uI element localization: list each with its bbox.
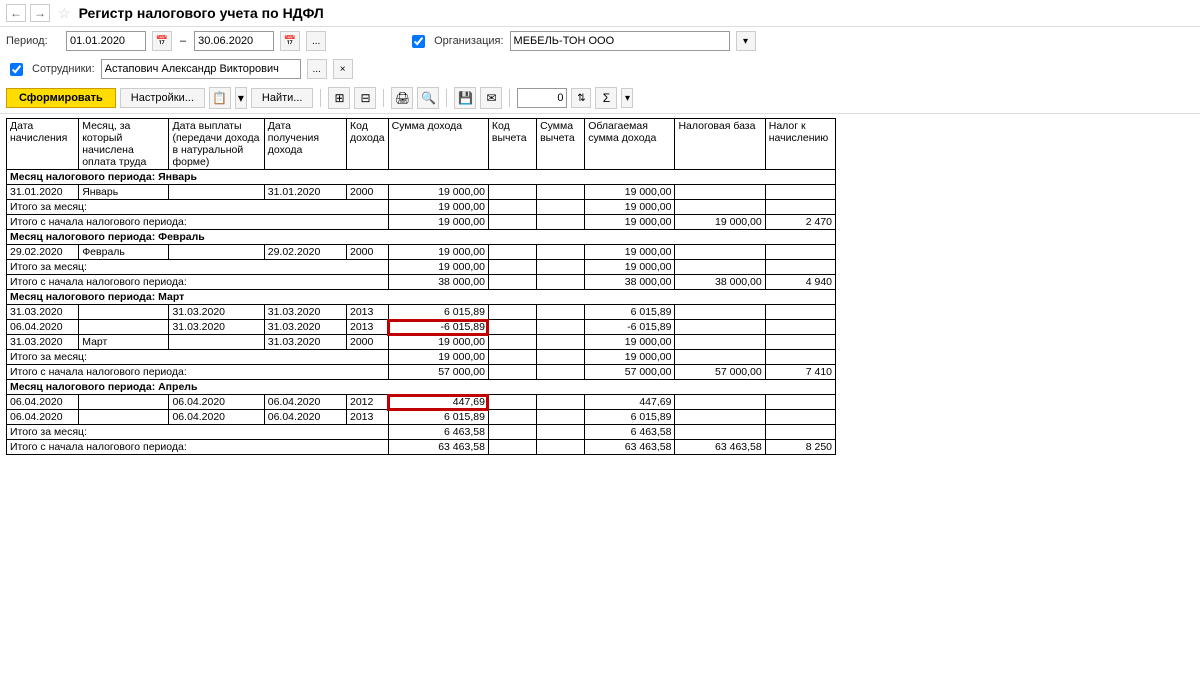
period-total-row: Итого с начала налогового периода:57 000… <box>7 365 836 380</box>
org-checkbox[interactable] <box>412 35 425 48</box>
save-icon[interactable]: 💾 <box>454 87 476 109</box>
preview-icon[interactable]: 🔍 <box>417 87 439 109</box>
col-income-code: Код дохода <box>346 119 388 170</box>
form-button[interactable]: Сформировать <box>6 88 116 108</box>
org-dropdown-icon[interactable]: ▾ <box>736 31 756 51</box>
nav-back-button[interactable]: ← <box>6 4 26 22</box>
settings-button[interactable]: Настройки... <box>120 88 205 108</box>
period-select-button[interactable]: ... <box>306 31 326 51</box>
email-icon[interactable]: ✉ <box>480 87 502 109</box>
date-to-input[interactable] <box>194 31 274 51</box>
col-pay-date: Дата выплаты (передачи дохода в натураль… <box>169 119 264 170</box>
col-deduction-sum: Сумма вычета <box>537 119 585 170</box>
dash: – <box>180 35 186 47</box>
month-total-row: Итого за месяц:19 000,0019 000,00 <box>7 350 836 365</box>
data-row: 29.02.2020Февраль29.02.2020200019 000,00… <box>7 245 836 260</box>
page-title: Регистр налогового учета по НДФЛ <box>79 5 324 21</box>
data-row: 06.04.202006.04.202006.04.20202012447,69… <box>7 395 836 410</box>
sum-icon[interactable]: Σ <box>595 87 617 109</box>
org-label: Организация: <box>434 35 503 47</box>
month-total-row: Итого за месяц:19 000,0019 000,00 <box>7 200 836 215</box>
collapse-icon[interactable]: ⊟ <box>354 87 376 109</box>
month-header-row: Месяц налогового периода: Апрель <box>7 380 836 395</box>
org-field[interactable] <box>510 31 730 51</box>
expand-icon[interactable]: ⊞ <box>328 87 350 109</box>
sum-dropdown-icon[interactable]: ▾ <box>621 88 633 108</box>
nav-forward-button[interactable]: → <box>30 4 50 22</box>
count-input[interactable] <box>517 88 567 108</box>
emp-label: Сотрудники: <box>32 63 95 75</box>
col-income-sum: Сумма дохода <box>388 119 488 170</box>
emp-select-button[interactable]: ... <box>307 59 327 79</box>
month-total-row: Итого за месяц:6 463,586 463,58 <box>7 425 836 440</box>
date-from-input[interactable] <box>66 31 146 51</box>
col-deduction-code: Код вычета <box>488 119 536 170</box>
col-tax-base: Налоговая база <box>675 119 765 170</box>
separator <box>509 89 510 107</box>
separator <box>320 89 321 107</box>
col-receive-date: Дата получения дохода <box>264 119 346 170</box>
col-month: Месяц, за который начислена оплата труда <box>79 119 169 170</box>
month-header-row: Месяц налогового периода: Январь <box>7 170 836 185</box>
period-total-row: Итого с начала налогового периода:63 463… <box>7 440 836 455</box>
period-total-row: Итого с начала налогового периода:19 000… <box>7 215 836 230</box>
emp-field[interactable] <box>101 59 301 79</box>
data-row: 31.03.202031.03.202031.03.202020136 015,… <box>7 305 836 320</box>
separator <box>383 89 384 107</box>
calendar-to-icon[interactable]: 📅 <box>280 31 300 51</box>
count-stepper[interactable]: ⇅ <box>571 88 591 108</box>
col-tax-amount: Налог к начислению <box>765 119 835 170</box>
month-total-row: Итого за месяц:19 000,0019 000,00 <box>7 260 836 275</box>
variants-icon[interactable]: 📋 <box>209 87 231 109</box>
period-total-row: Итого с начала налогового периода:38 000… <box>7 275 836 290</box>
data-row: 31.03.2020Март31.03.2020200019 000,0019 … <box>7 335 836 350</box>
data-row: 31.01.2020Январь31.01.2020200019 000,001… <box>7 185 836 200</box>
col-accrual-date: Дата начисления <box>7 119 79 170</box>
emp-clear-button[interactable]: × <box>333 59 353 79</box>
calendar-from-icon[interactable]: 📅 <box>152 31 172 51</box>
print-icon[interactable]: 🖨 <box>391 87 413 109</box>
report-table: Дата начисления Месяц, за который начисл… <box>6 118 836 455</box>
find-button[interactable]: Найти... <box>251 88 314 108</box>
col-taxable-sum: Облагаемая сумма дохода <box>585 119 675 170</box>
favorite-star-icon[interactable]: ☆ <box>58 5 71 22</box>
data-row: 06.04.202031.03.202031.03.20202013-6 015… <box>7 320 836 335</box>
emp-checkbox[interactable] <box>10 63 23 76</box>
month-header-row: Месяц налогового периода: Март <box>7 290 836 305</box>
data-row: 06.04.202006.04.202006.04.202020136 015,… <box>7 410 836 425</box>
month-header-row: Месяц налогового периода: Февраль <box>7 230 836 245</box>
variants-dropdown-icon[interactable]: ▾ <box>235 87 247 109</box>
separator <box>446 89 447 107</box>
period-label: Период: <box>6 35 60 47</box>
header-row: Дата начисления Месяц, за который начисл… <box>7 119 836 170</box>
